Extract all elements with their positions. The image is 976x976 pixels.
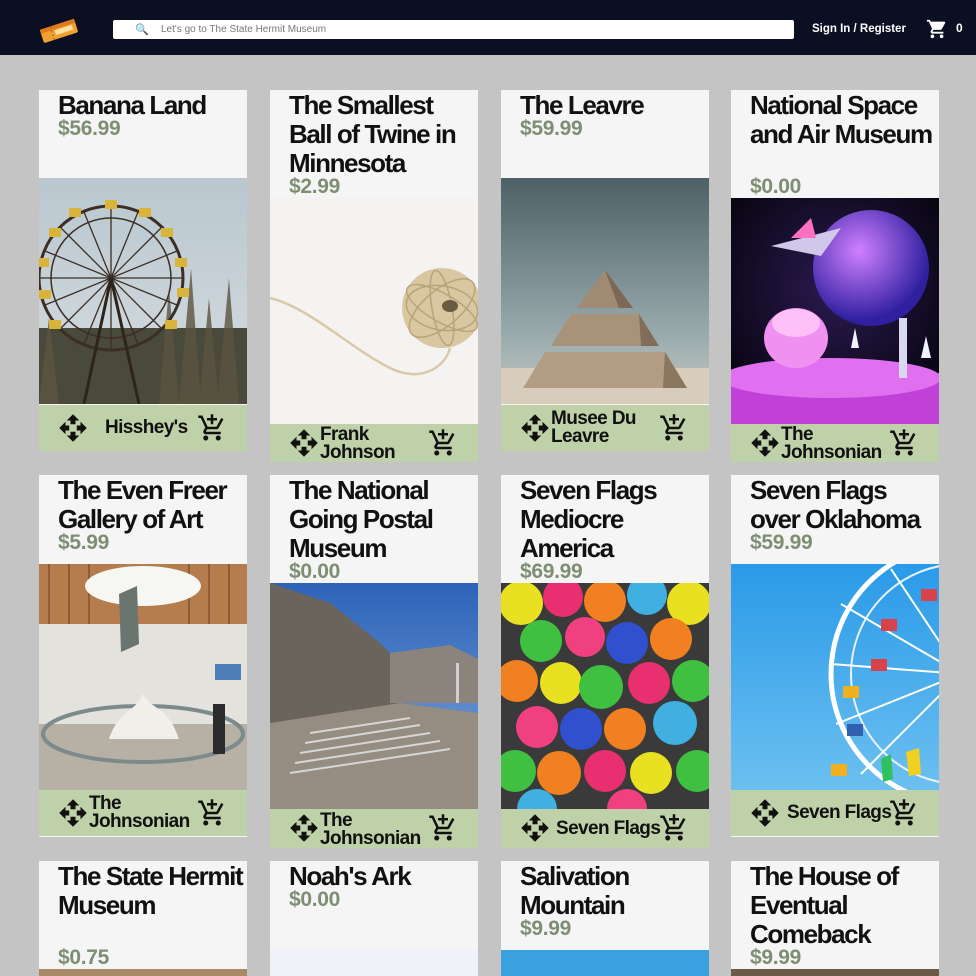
top-navigation-bar: 🔍 Sign In / Register 0 xyxy=(0,0,976,55)
card-price: $0.75 xyxy=(58,946,110,969)
search-bar[interactable]: 🔍 xyxy=(113,20,794,39)
move-arrows-icon[interactable] xyxy=(58,798,88,828)
attraction-card[interactable]: The House of Eventual Comeback $9.99 xyxy=(731,861,939,976)
card-title[interactable]: The State Hermit Museum xyxy=(58,862,244,920)
card-title[interactable]: The Leavre xyxy=(520,91,705,120)
search-input[interactable] xyxy=(161,20,781,39)
move-arrows-icon[interactable] xyxy=(520,413,550,443)
card-footer: The Johnsonian xyxy=(270,809,478,848)
move-arrows-icon[interactable] xyxy=(520,813,550,843)
vendor-name[interactable]: Seven Flags xyxy=(556,819,661,838)
attraction-card[interactable]: The Leavre $59.99 Musee Du Leavre xyxy=(501,90,709,451)
ferris-wheel-forest-image xyxy=(39,178,247,404)
vendor-name[interactable]: Hisshey's xyxy=(105,418,188,437)
card-title[interactable]: Seven Flags Mediocre America xyxy=(520,476,705,563)
add-to-cart-icon[interactable] xyxy=(659,813,689,843)
card-image[interactable] xyxy=(270,198,478,424)
card-price: $0.00 xyxy=(289,560,341,583)
card-image[interactable] xyxy=(39,969,247,976)
card-title[interactable]: The National Going Postal Museum xyxy=(289,476,474,563)
card-title[interactable]: Banana Land xyxy=(58,91,243,120)
stacked-pyramid-image xyxy=(501,178,709,404)
card-footer: The Johnsonian xyxy=(731,424,939,462)
ticket-logo-icon[interactable] xyxy=(38,16,80,46)
move-arrows-icon[interactable] xyxy=(289,428,319,458)
card-image[interactable] xyxy=(270,949,478,976)
add-to-cart-icon[interactable] xyxy=(428,428,458,458)
card-price: $69.99 xyxy=(520,560,583,583)
card-price: $5.99 xyxy=(58,531,110,554)
attraction-card[interactable]: The National Going Postal Museum $0.00 T… xyxy=(270,475,478,848)
card-image[interactable] xyxy=(39,178,247,404)
cart-icon[interactable] xyxy=(925,18,949,40)
card-footer: Seven Flags xyxy=(501,809,709,848)
card-price: $2.99 xyxy=(289,175,341,198)
attraction-card[interactable]: The State Hermit Museum $0.75 xyxy=(39,861,247,976)
card-footer: Frank Johnson xyxy=(270,424,478,462)
card-image[interactable] xyxy=(501,178,709,404)
card-footer: Hisshey's xyxy=(39,405,247,451)
card-image[interactable] xyxy=(731,564,939,790)
add-to-cart-icon[interactable] xyxy=(428,813,458,843)
gallery-interior-image xyxy=(39,564,247,790)
card-price: $59.99 xyxy=(520,117,583,140)
space-model-image xyxy=(731,198,939,424)
attraction-card[interactable]: Seven Flags Mediocre America $69.99 Seve… xyxy=(501,475,709,848)
card-footer: The Johnsonian xyxy=(39,790,247,836)
card-price: $0.00 xyxy=(750,175,802,198)
card-image[interactable] xyxy=(731,198,939,424)
vendor-name[interactable]: The Johnsonian xyxy=(781,425,891,462)
attraction-card[interactable]: Banana Land $56.99 Hisshey's xyxy=(39,90,247,451)
vendor-name[interactable]: Musee Du Leavre xyxy=(551,409,651,446)
card-price: $56.99 xyxy=(58,117,121,140)
cart-count: 0 xyxy=(956,21,963,35)
card-image[interactable] xyxy=(39,564,247,790)
card-price: $59.99 xyxy=(750,531,813,554)
vendor-name[interactable]: The Johnsonian xyxy=(320,811,430,848)
card-price: $9.99 xyxy=(750,946,802,969)
vendor-name[interactable]: The Johnsonian xyxy=(89,794,199,831)
attraction-card[interactable]: National Space and Air Museum $0.00 The … xyxy=(731,90,939,462)
attraction-card[interactable]: Seven Flags over Oklahoma $59.99 Seven F… xyxy=(731,475,939,837)
card-title[interactable]: The Smallest Ball of Twine in Minnesota xyxy=(289,91,474,178)
add-to-cart-icon[interactable] xyxy=(659,413,689,443)
card-footer: Seven Flags xyxy=(731,790,939,836)
card-image[interactable] xyxy=(501,583,709,809)
add-to-cart-icon[interactable] xyxy=(197,413,227,443)
add-to-cart-icon[interactable] xyxy=(197,798,227,828)
add-to-cart-icon[interactable] xyxy=(889,798,919,828)
attraction-card[interactable]: Salivation Mountain $9.99 xyxy=(501,861,709,976)
card-footer: Musee Du Leavre xyxy=(501,405,709,451)
move-arrows-icon[interactable] xyxy=(58,413,88,443)
ball-pit-image xyxy=(501,583,709,809)
concrete-building-steps-image xyxy=(270,583,478,809)
card-price: $9.99 xyxy=(520,917,572,940)
card-title[interactable]: National Space and Air Museum xyxy=(750,91,935,149)
add-to-cart-icon[interactable] xyxy=(889,428,919,458)
attraction-card[interactable]: Noah's Ark $0.00 xyxy=(270,861,478,976)
move-arrows-icon[interactable] xyxy=(750,428,780,458)
sign-in-register-link[interactable]: Sign In / Register xyxy=(812,23,906,35)
card-title[interactable]: Seven Flags over Oklahoma xyxy=(750,476,935,534)
search-icon: 🔍 xyxy=(135,23,149,36)
card-image[interactable] xyxy=(501,950,709,976)
card-image[interactable] xyxy=(270,583,478,809)
twine-ball-image xyxy=(270,198,478,424)
move-arrows-icon[interactable] xyxy=(289,813,319,843)
ferris-wheel-sky-image xyxy=(731,564,939,790)
move-arrows-icon[interactable] xyxy=(750,798,780,828)
card-price: $0.00 xyxy=(289,888,341,911)
attraction-card[interactable]: The Even Freer Gallery of Art $5.99 The … xyxy=(39,475,247,837)
card-title[interactable]: Noah's Ark xyxy=(289,862,474,891)
vendor-name[interactable]: Seven Flags xyxy=(787,803,892,822)
card-title[interactable]: The Even Freer Gallery of Art xyxy=(58,476,243,534)
attraction-card[interactable]: The Smallest Ball of Twine in Minnesota … xyxy=(270,90,478,462)
card-title[interactable]: Salivation Mountain xyxy=(520,862,705,920)
card-title[interactable]: The House of Eventual Comeback xyxy=(750,862,935,949)
card-image[interactable] xyxy=(731,969,939,976)
vendor-name[interactable]: Frank Johnson xyxy=(320,425,410,462)
